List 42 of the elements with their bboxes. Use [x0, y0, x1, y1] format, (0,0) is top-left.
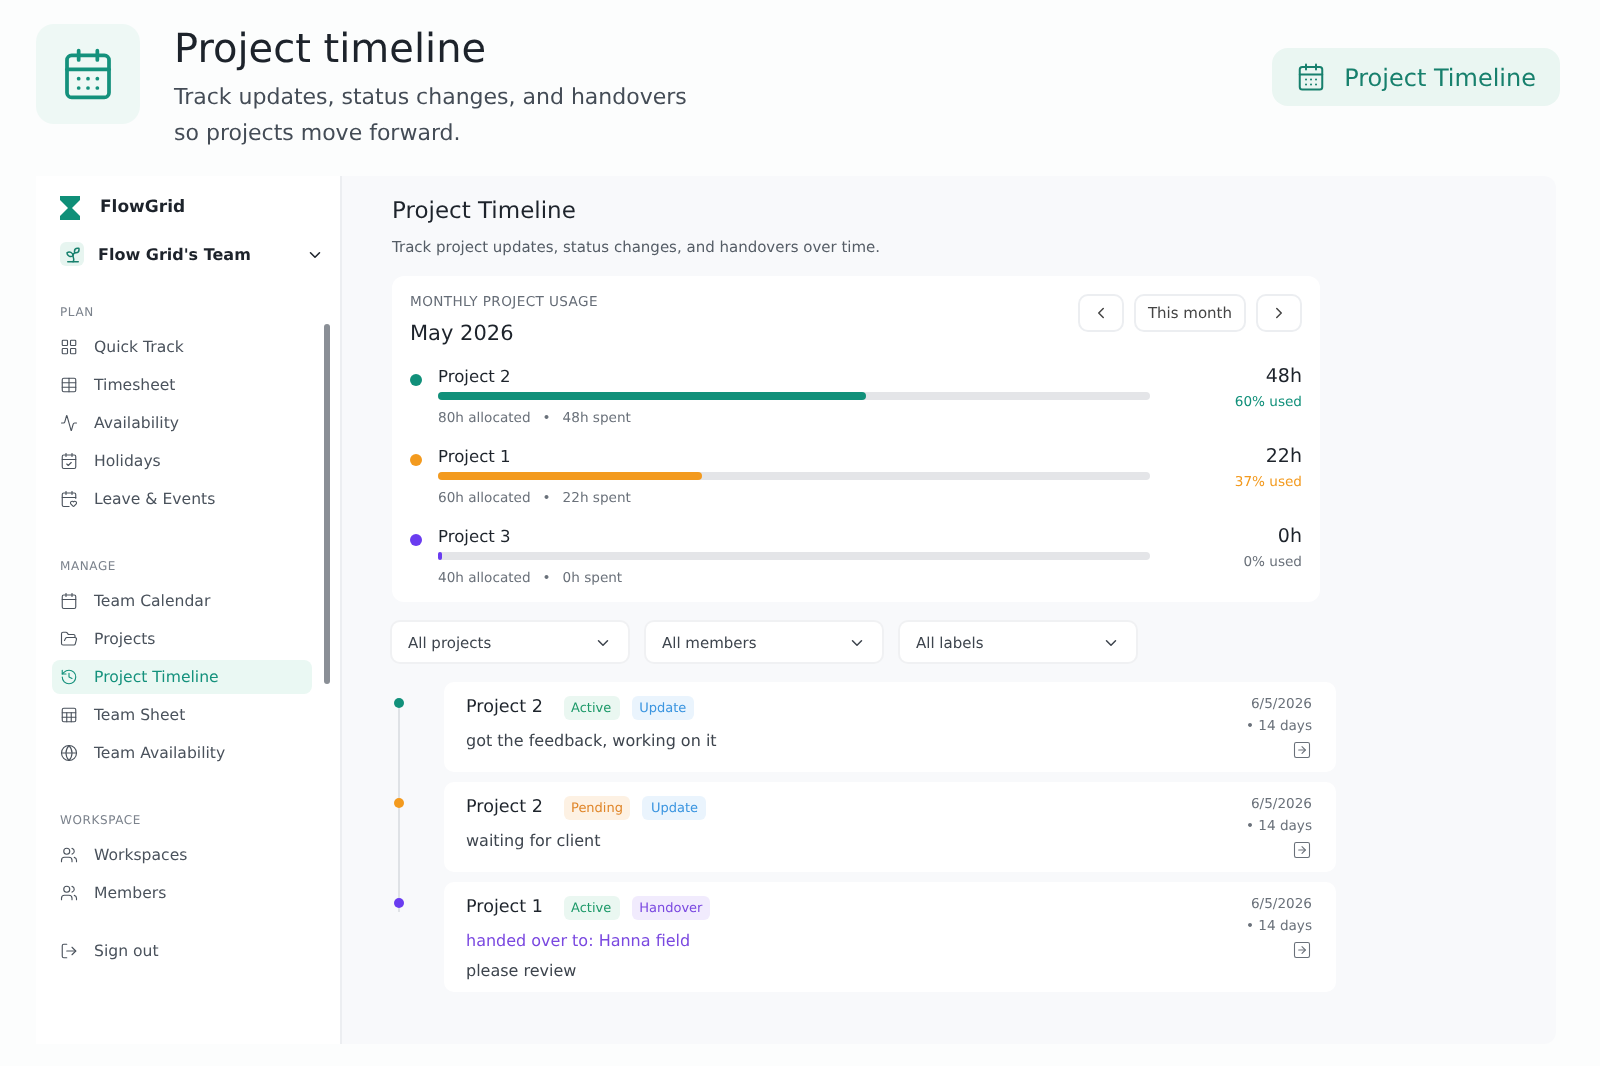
project-name: Project 1: [438, 446, 513, 466]
team-icon: [60, 242, 84, 266]
calendar-icon: [1296, 62, 1327, 92]
note-text: got the feedback, working on it: [466, 732, 719, 750]
hours-total: 48h: [1263, 366, 1302, 388]
open-icon[interactable]: [1292, 740, 1312, 760]
hours-total: 0h: [1275, 526, 1302, 548]
globe-icon: [60, 744, 78, 762]
grid-icon: [60, 338, 78, 356]
project-name: Project 2: [438, 366, 513, 386]
calendar-check-icon: [60, 452, 78, 470]
note-text: please review: [466, 962, 579, 980]
chevron-right-icon: [1270, 304, 1288, 322]
users-icon: [60, 884, 78, 902]
open-icon[interactable]: [1292, 940, 1312, 960]
month-label: May 2026: [410, 322, 516, 346]
users-icon: [60, 846, 78, 864]
handover-text: handed over to: Hanna field: [466, 932, 693, 950]
table-icon: [60, 376, 78, 394]
note-text: waiting for client: [466, 832, 603, 850]
hours-total: 22h: [1263, 446, 1302, 468]
scrollbar-thumb[interactable]: [324, 324, 330, 684]
page-title: Project timeline: [174, 24, 489, 72]
activity-icon: [60, 414, 78, 432]
calendar-icon: [60, 592, 78, 610]
open-icon[interactable]: [1292, 840, 1312, 860]
history-icon: [60, 668, 78, 686]
project-name: Project 2: [466, 798, 543, 818]
sign-out-icon: [60, 942, 78, 960]
project-name: Project 1: [466, 898, 543, 918]
project-timeline-button[interactable]: Project Timeline: [1272, 48, 1560, 106]
folder-icon: [60, 630, 78, 648]
brand-name: FlowGrid: [100, 198, 186, 218]
calendar-icon: [36, 24, 140, 124]
team-selector[interactable]: Flow Grid's Team: [60, 242, 324, 266]
project-name: Project 3: [438, 526, 513, 546]
calendar-heart-icon: [60, 490, 78, 508]
sheet-icon: [60, 706, 78, 724]
hourglass-icon: [60, 196, 80, 220]
project-name: Project 2: [466, 698, 543, 718]
page-subtitle: Track updates, status changes, and handovers so projects move forward.: [174, 82, 689, 150]
section-title: Project Timeline: [392, 196, 578, 224]
